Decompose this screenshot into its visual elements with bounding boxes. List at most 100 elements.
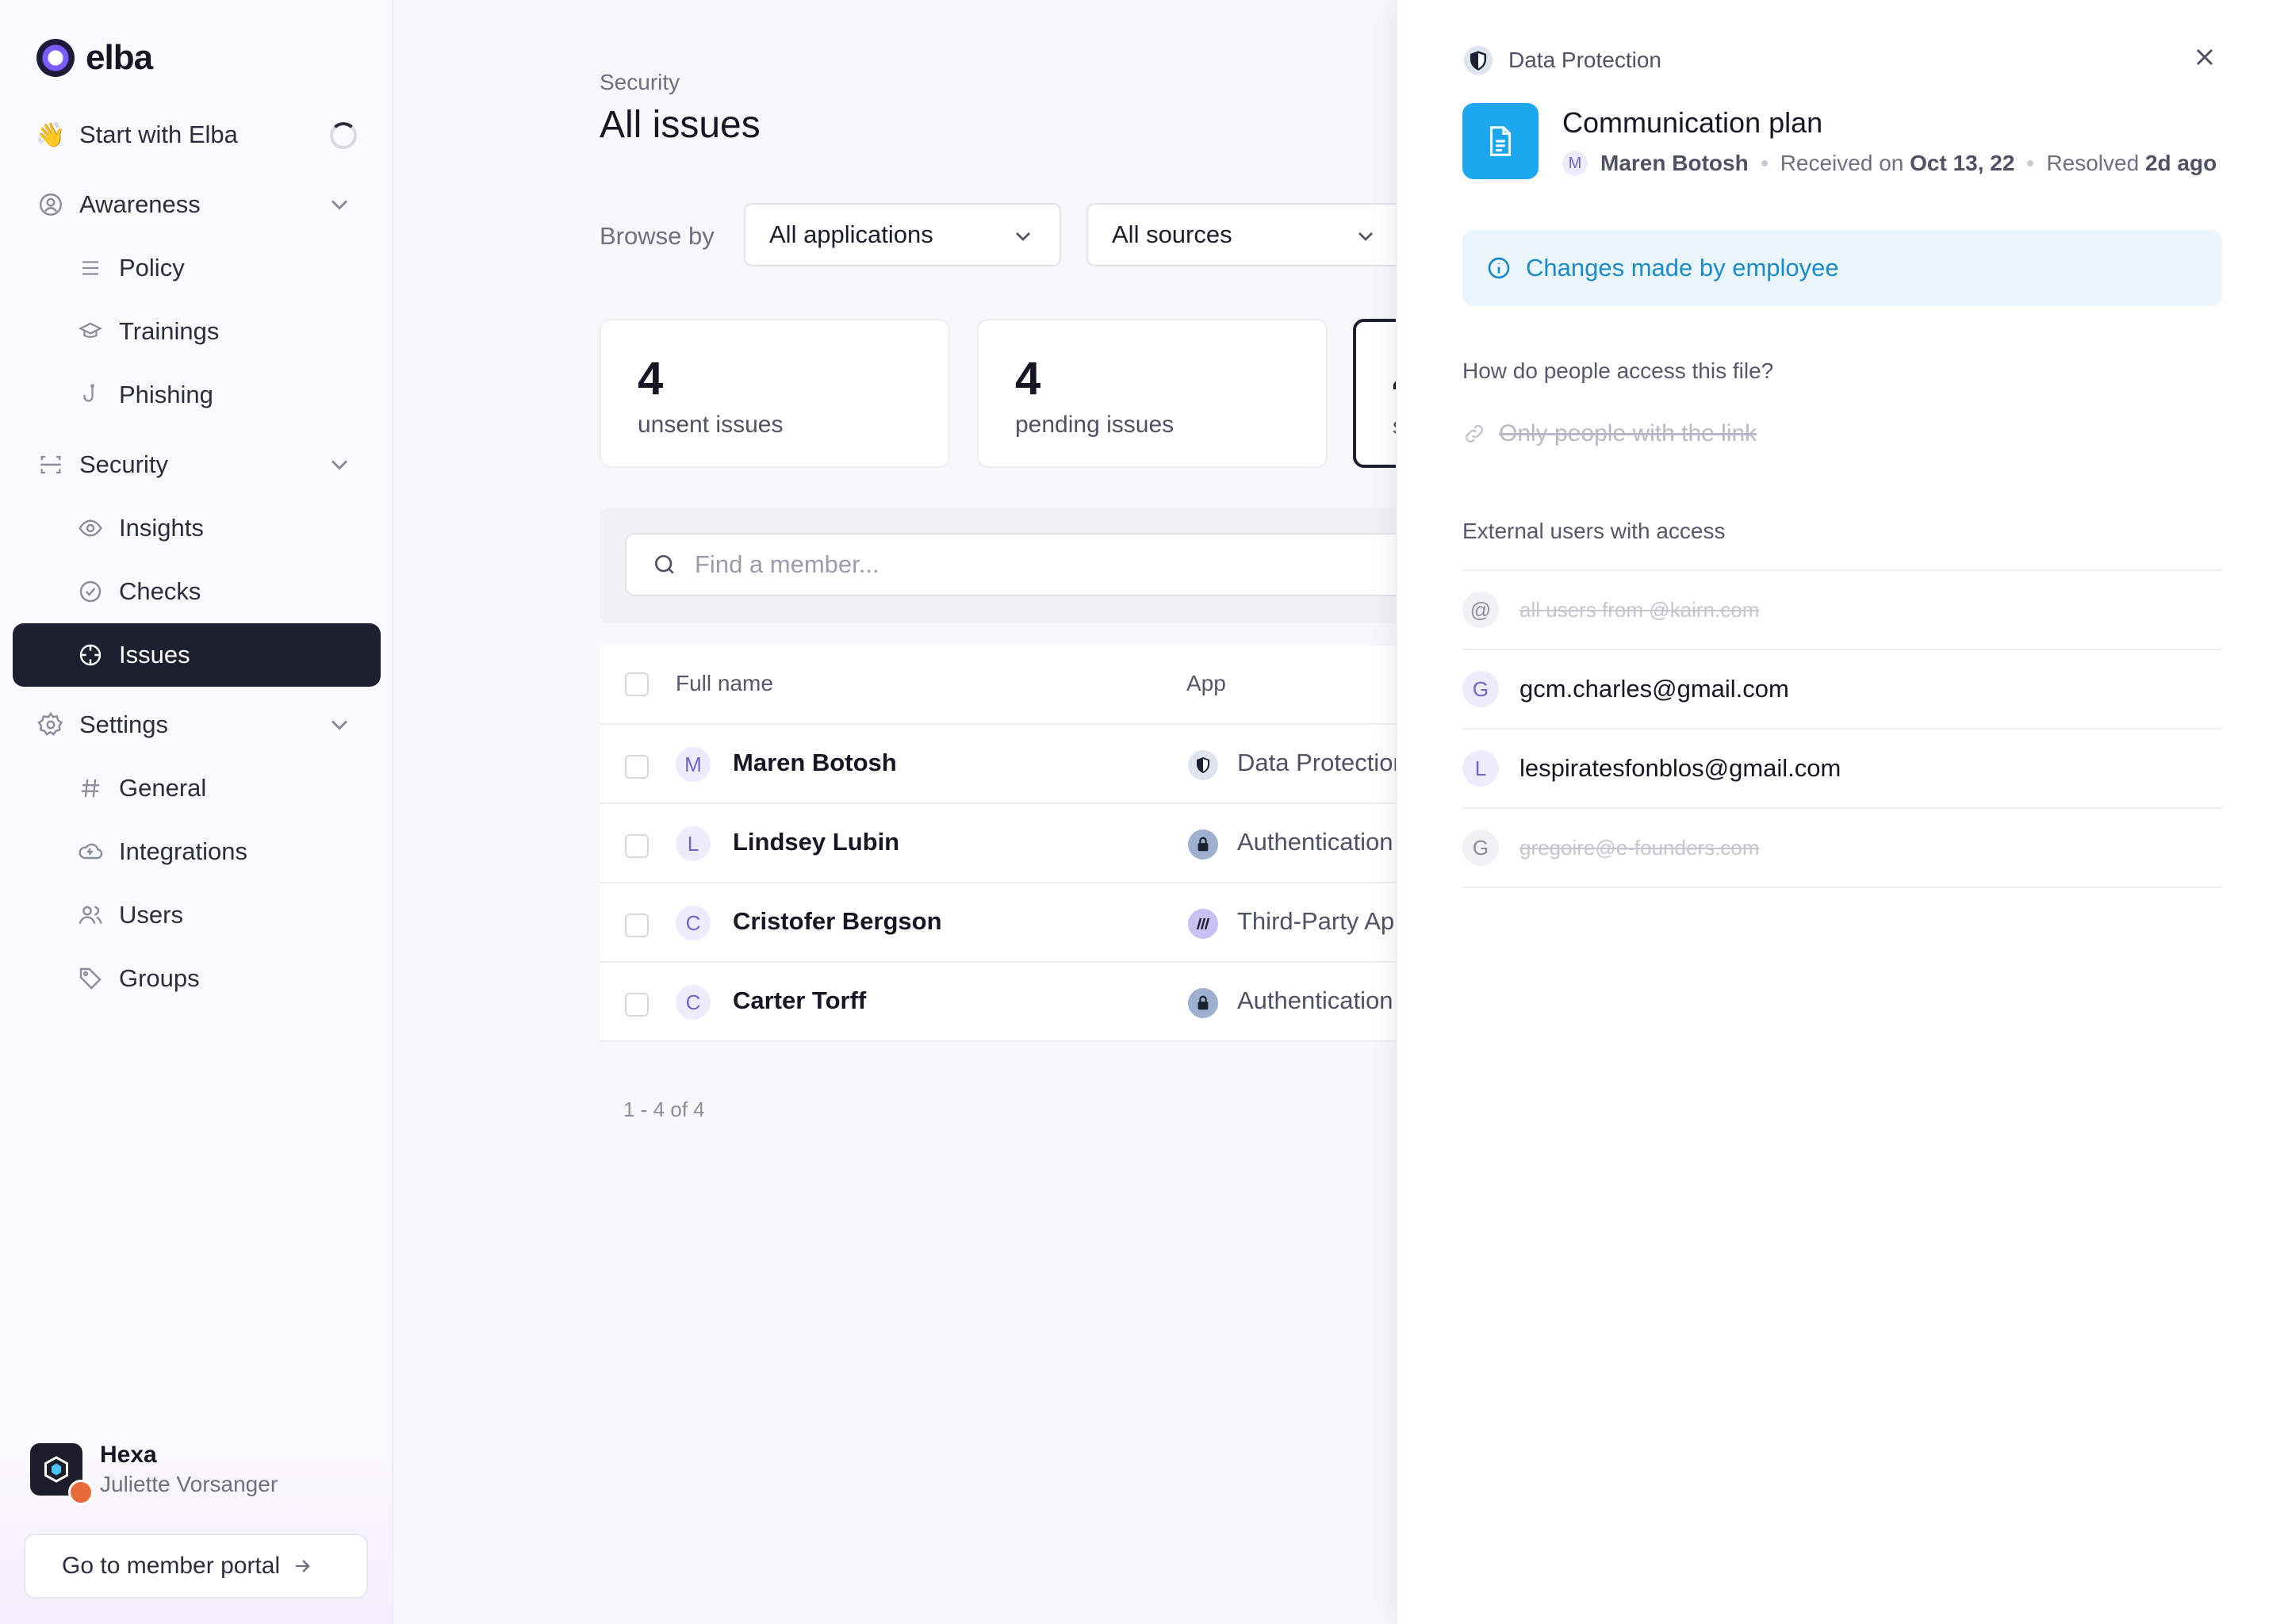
organization-switcher[interactable]: Hexa Juliette Vorsanger [30, 1442, 278, 1505]
close-icon[interactable] [2190, 43, 2219, 71]
row-checkbox[interactable] [625, 914, 649, 937]
table-row[interactable]: L Lindsey Lubin Authentication [600, 804, 1401, 883]
sidebar-item-label: Groups [119, 964, 200, 992]
search-input[interactable]: Find a member... [625, 533, 1418, 596]
list-icon [75, 252, 106, 284]
member-avatar: C [676, 906, 711, 940]
check-circle-icon [75, 576, 106, 607]
link-icon [1465, 424, 1484, 443]
select-all-checkbox[interactable] [625, 672, 649, 696]
app-name: Authentication [1237, 986, 1393, 1014]
application-filter-select[interactable]: All applications [744, 203, 1061, 266]
sidebar-group-settings[interactable]: Settings [13, 693, 381, 756]
sidebar-item-label: Insights [119, 514, 204, 542]
file-metadata: M Maren Botosh Received on Oct 13, 22 Re… [1562, 151, 2217, 176]
row-checkbox[interactable] [625, 993, 649, 1017]
page-title: All issues [600, 104, 761, 146]
member-portal-button[interactable]: Go to member portal [24, 1534, 368, 1599]
issue-detail-drawer: Data Protection Communication plan M Mar… [1396, 0, 2284, 1624]
breadcrumb[interactable]: Security [600, 70, 680, 95]
search-placeholder: Find a member... [695, 550, 879, 578]
chevron-down-icon[interactable] [325, 450, 354, 479]
select-value: All applications [769, 220, 933, 248]
sidebar-item-label: General [119, 774, 207, 802]
table-row[interactable]: C Cristofer Bergson Third-Party Apps [600, 883, 1420, 963]
sidebar-item-label: Trainings [119, 317, 220, 345]
sidebar-item-label: Integrations [119, 837, 247, 865]
sidebar-item-users[interactable]: Users [13, 883, 381, 947]
resolved-prefix: Resolved [2046, 151, 2140, 175]
lock-icon [1188, 829, 1218, 860]
sidebar-group-security[interactable]: Security [13, 433, 381, 496]
stat-card-pending[interactable]: 4 pending issues [977, 319, 1328, 468]
sidebar-item-label: Settings [79, 710, 169, 738]
stat-label: pending issues [1015, 412, 1175, 438]
member-avatar: C [676, 985, 711, 1020]
stat-card-unsent[interactable]: 4 unsent issues [600, 319, 950, 468]
sidebar-item-label: Phishing [119, 381, 213, 408]
member-avatar: M [676, 747, 711, 782]
sidebar: elba 👋 Start with Elba Awareness Policy … [0, 0, 393, 1624]
brand-name: elba [86, 38, 153, 77]
table-row[interactable]: C Carter Torff Authentication [600, 963, 1401, 1042]
member-name: Maren Botosh [733, 749, 897, 776]
sidebar-item-policy[interactable]: Policy [13, 236, 381, 300]
separator-dot [1761, 160, 1768, 167]
column-header-app[interactable]: App [1186, 671, 1226, 696]
sidebar-item-phishing[interactable]: Phishing [13, 363, 381, 427]
list-item: G gcm.charles@gmail.com [1462, 650, 2222, 730]
sidebar-item-label: Checks [119, 577, 201, 605]
progress-spinner-icon [330, 122, 357, 149]
app-logo[interactable]: elba [36, 38, 153, 78]
drawer-app-name: Data Protection [1508, 48, 1661, 72]
sidebar-item-label: Security [79, 450, 168, 478]
row-checkbox[interactable] [625, 834, 649, 858]
source-filter-select[interactable]: All sources [1086, 203, 1404, 266]
user-initial-avatar: G [1462, 671, 1499, 707]
sidebar-item-checks[interactable]: Checks [13, 560, 381, 623]
chevron-down-icon[interactable] [325, 710, 354, 739]
sidebar-item-insights[interactable]: Insights [13, 496, 381, 560]
chevron-down-icon[interactable] [325, 190, 354, 219]
access-value: Only people with the link [1499, 420, 1757, 446]
app-name: Third-Party Apps [1237, 907, 1420, 935]
lock-icon [1188, 988, 1218, 1018]
slashes-icon [1188, 909, 1218, 939]
sidebar-item-general[interactable]: General [13, 756, 381, 820]
search-bar-container: Find a member... [600, 508, 1418, 623]
column-header-name[interactable]: Full name [676, 671, 773, 696]
resolved-info: Resolved 2d ago [2046, 151, 2217, 176]
hexa-logo-icon [44, 1456, 68, 1483]
org-logo [30, 1443, 94, 1505]
sidebar-item-label: Policy [119, 254, 185, 282]
sidebar-item-issues[interactable]: Issues [13, 623, 381, 687]
sidebar-group-awareness[interactable]: Awareness [13, 173, 381, 236]
hook-icon [75, 379, 106, 411]
access-setting: Only people with the link [1462, 420, 1757, 447]
arrow-right-icon [295, 1560, 310, 1572]
member-portal-label: Go to member portal [62, 1553, 281, 1579]
row-checkbox[interactable] [625, 755, 649, 779]
sidebar-item-integrations[interactable]: Integrations [13, 820, 381, 883]
user-initial-avatar: G [1462, 829, 1499, 866]
app-name: Authentication [1237, 828, 1393, 856]
sidebar-item-groups[interactable]: Groups [13, 947, 381, 1010]
stat-count: 4 [1015, 353, 1041, 404]
crosshair-icon [75, 639, 106, 671]
member-name: Lindsey Lubin [733, 828, 900, 856]
external-users-list: @ all users from @kairn.com G gcm.charle… [1462, 569, 2222, 888]
scan-icon [35, 449, 67, 481]
table-row[interactable]: M Maren Botosh Data Protection [600, 725, 1407, 804]
owner-name[interactable]: Maren Botosh [1600, 151, 1749, 176]
resolved-value: 2d ago [2144, 151, 2217, 175]
sidebar-item-trainings[interactable]: Trainings [13, 300, 381, 363]
org-name: Hexa [100, 1442, 157, 1468]
access-question: How do people access this file? [1462, 358, 1774, 383]
table-header: Full name App [600, 645, 1401, 725]
external-users-title: External users with access [1462, 519, 1726, 543]
info-icon [1488, 257, 1510, 279]
issues-table: Full name App M Maren Botosh Data Protec… [600, 645, 1420, 1042]
sidebar-item-start[interactable]: 👋 Start with Elba [13, 103, 381, 167]
separator-dot [2027, 160, 2034, 167]
pagination-summary: 1 - 4 of 4 [623, 1097, 705, 1121]
